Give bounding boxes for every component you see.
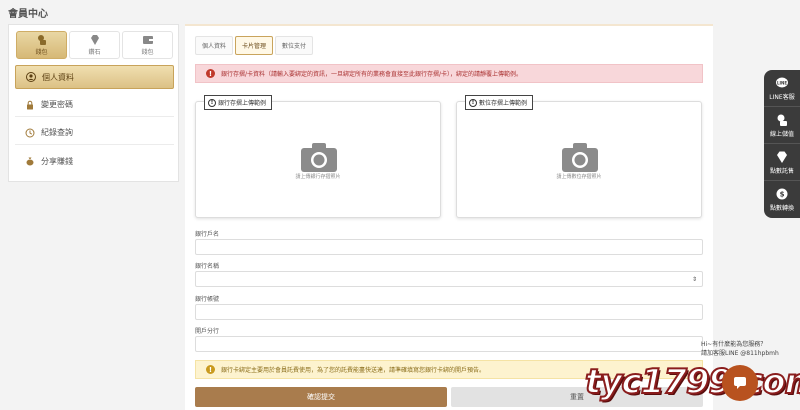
side-item-exchange-points[interactable]: $ 點數轉換	[764, 181, 800, 218]
sidebar-item-label: 紀錄查詢	[41, 128, 73, 137]
bank-info-alert: ! 銀行存摺/卡資料（請輸入要綁定的資訊，一旦綁定所有的業務會直接至此銀行存摺/…	[195, 64, 703, 83]
side-item-label: LINE客服	[769, 93, 795, 101]
top-icon-row: 錢包 鑽石 錢包	[15, 31, 174, 59]
line-icon: LINE	[776, 77, 788, 87]
camera-icon	[562, 143, 598, 172]
upload-label-text: 銀行存摺上傳範例	[218, 100, 267, 107]
chat-icon	[734, 377, 746, 389]
side-item-label: 點數託售	[769, 167, 794, 175]
deposit-icon	[777, 114, 787, 126]
sidebar-item-change-password[interactable]: 變更密碼	[15, 93, 174, 117]
side-item-label: 點數轉換	[769, 205, 794, 212]
top-icon-label: 錢包	[35, 49, 48, 56]
svg-text:LINE: LINE	[777, 80, 787, 85]
side-item-sell-points[interactable]: 點數託售	[764, 144, 800, 181]
exclamation-icon: !	[469, 98, 477, 107]
diamond-icon	[777, 151, 787, 163]
side-item-deposit[interactable]: 線上儲值	[764, 107, 800, 144]
history-icon	[25, 128, 35, 138]
money-bag-icon	[25, 156, 35, 166]
branch-label: 開戶分行	[195, 328, 220, 335]
tab-bar: 個人資料 卡片管理 數位支付	[195, 36, 315, 55]
sidebar-item-history[interactable]: 紀錄查詢	[15, 121, 174, 145]
bank-name-label: 銀行名稱	[195, 263, 220, 270]
tab-card-management[interactable]: 卡片管理	[235, 36, 274, 55]
account-number-label: 銀行帳號	[195, 296, 220, 303]
submit-button[interactable]: 確認提交	[195, 387, 447, 407]
card-management-panel: 個人資料 卡片管理 數位支付 ! 銀行存摺/卡資料（請輸入要綁定的資訊，一旦綁定…	[185, 24, 713, 410]
upload-label-text: 數位存摺上傳範例	[479, 100, 528, 107]
sidebar-item-label: 個人資料	[42, 72, 74, 82]
bank-name-select[interactable]: ⇕	[195, 271, 703, 287]
wallet-coins-icon	[37, 35, 46, 45]
user-icon	[26, 72, 36, 82]
lock-icon	[25, 100, 35, 110]
exchange-icon: $	[776, 188, 788, 200]
passbook-upload-box[interactable]: ! 銀行存摺上傳範例 請上傳銀行存摺照片	[195, 95, 441, 218]
svg-text:$: $	[780, 191, 785, 199]
top-icon-label: 錢包	[141, 49, 154, 56]
wallet-icon	[142, 36, 153, 44]
digital-passbook-upload-box[interactable]: ! 數位存摺上傳範例 請上傳數位存摺照片	[456, 95, 702, 218]
chat-line-1: Hi~有什麼能為您服務？	[701, 341, 767, 348]
sidebar-item-profile[interactable]: 個人資料	[15, 65, 174, 89]
diamond-tab[interactable]: 鑽石	[69, 31, 120, 59]
sidebar-item-label: 分享賺錢	[41, 156, 73, 166]
notice-text: 銀行卡綁定主要用於會員託費使用，為了您的託費能盡快送達，請準確填寫您銀行卡綁的開…	[221, 367, 486, 374]
account-name-input[interactable]	[195, 239, 703, 255]
wallet-coins-tab[interactable]: 錢包	[16, 31, 67, 59]
camera-icon	[301, 143, 337, 172]
select-arrow-icon: ⇕	[691, 276, 697, 283]
alert-icon: !	[206, 69, 215, 78]
side-item-line-support[interactable]: LINE LINE客服	[764, 70, 800, 107]
site-watermark: tyc1799.com	[584, 361, 800, 403]
tab-digital-payment[interactable]: 數位支付	[275, 36, 314, 55]
member-sidebar: 錢包 鑽石 錢包 個人資料 變更密碼 紀錄查詢 分享賺錢	[8, 24, 179, 182]
upload-hint: 請上傳數位存摺照片	[556, 174, 602, 180]
sidebar-item-label: 變更密碼	[41, 100, 73, 109]
account-number-input[interactable]	[195, 304, 703, 320]
top-icon-label: 鑽石	[88, 49, 101, 56]
diamond-icon	[90, 35, 99, 45]
branch-input[interactable]	[195, 336, 703, 352]
floating-side-menu: LINE LINE客服 線上儲值 點數託售 $ 點數轉換	[764, 70, 800, 218]
chat-greeting: Hi~有什麼能為您服務？ 請加客服LINE @811hpbmh	[701, 340, 791, 358]
page-title: 會員中心	[8, 9, 48, 20]
sidebar-item-share-earn[interactable]: 分享賺錢	[15, 149, 174, 173]
tab-profile[interactable]: 個人資料	[195, 36, 234, 55]
alert-icon: !	[206, 365, 215, 374]
chat-button[interactable]	[722, 365, 758, 401]
wallet-tab[interactable]: 錢包	[122, 31, 173, 59]
chat-line-2: 請加客服LINE @811hpbmh	[701, 350, 779, 357]
alert-text: 銀行存摺/卡資料（請輸入要綁定的資訊，一旦綁定所有的業務會直接至此銀行存摺/卡）…	[221, 71, 523, 78]
exclamation-icon: !	[208, 98, 216, 107]
upload-example-button[interactable]: ! 數位存摺上傳範例	[465, 95, 534, 110]
upload-example-button[interactable]: ! 銀行存摺上傳範例	[204, 95, 273, 110]
account-name-label: 銀行戶名	[195, 231, 220, 238]
side-item-label: 線上儲值	[769, 130, 794, 138]
upload-hint: 請上傳銀行存摺照片	[295, 174, 341, 180]
